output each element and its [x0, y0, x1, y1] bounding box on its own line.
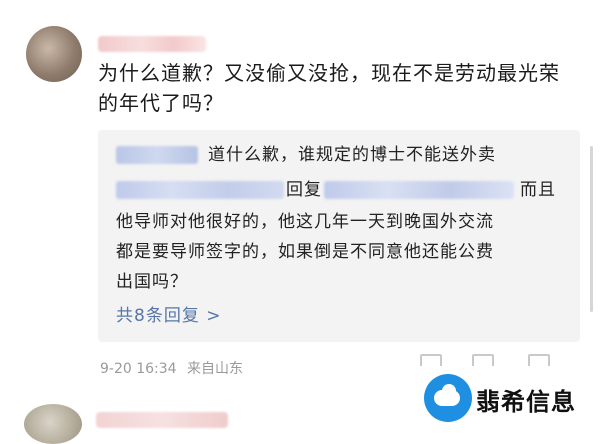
view-more-replies-link[interactable]: 共8条回复 > [116, 304, 221, 328]
commenter-name-blurred[interactable] [98, 36, 206, 52]
reply-username-blurred[interactable] [116, 146, 198, 164]
watermark-text: 翡希信息 [476, 388, 576, 416]
reply-text-line: 他导师对他很好的，他这几年一天到晚国外交流 [116, 212, 494, 232]
scrollbar[interactable] [590, 146, 593, 312]
watermark: 翡希信息 [420, 366, 596, 430]
reply-text-line: 道什么歉，谁规定的博士不能送外卖 [208, 145, 496, 165]
cloud-logo-icon [424, 374, 472, 422]
commenter-avatar[interactable] [26, 26, 82, 82]
comment-time: 9-20 16:34 [100, 361, 177, 377]
next-commenter-name-blurred[interactable] [96, 412, 228, 428]
next-commenter-avatar[interactable] [24, 404, 82, 444]
reply-target-blurred[interactable] [324, 181, 514, 199]
reply-text-line: 都是要导师签字的，如果倒是不同意他还能公费 [116, 242, 494, 262]
comment-source: 来自山东 [187, 361, 244, 377]
comment-meta: 9-20 16:34 来自山东 [100, 358, 243, 378]
reply-text-line: 而且 [520, 180, 556, 200]
reply-text-line: 出国吗？ [116, 272, 188, 292]
comment-text: 为什么道歉？又没偷又没抢，现在不是劳动最光荣的年代了吗？ [98, 61, 560, 115]
reply-keyword: 回复 [286, 180, 322, 200]
reply-username-blurred[interactable] [116, 181, 284, 199]
